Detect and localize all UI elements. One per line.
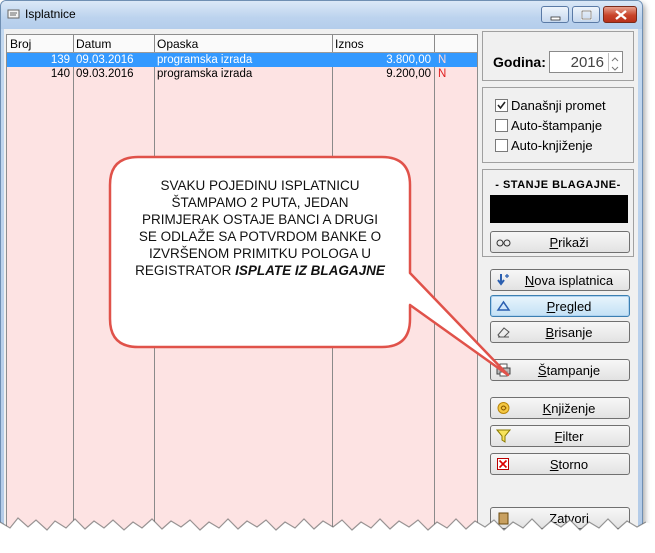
maximize-icon bbox=[581, 10, 592, 20]
spin-down-button[interactable] bbox=[608, 62, 621, 71]
close-button[interactable] bbox=[603, 6, 637, 23]
brisanje-label: Brisanje bbox=[545, 325, 593, 340]
godina-label: Godina: bbox=[493, 54, 546, 70]
checkmark-icon bbox=[497, 101, 506, 110]
godina-box: Godina: 2016 bbox=[482, 31, 634, 81]
title-bar[interactable]: Isplatnice bbox=[1, 1, 642, 29]
cell-opaska: programska izrada bbox=[157, 68, 253, 80]
stampanje-label: Štampanje bbox=[537, 363, 601, 378]
storno-label: Storno bbox=[549, 457, 589, 472]
knjizenje-label: Knjiženje bbox=[542, 401, 596, 416]
header-opaska[interactable]: Opaska bbox=[157, 37, 198, 51]
callout-text: SVAKU POJEDINU ISPLATNICU ŠTAMPAMO 2 PUT… bbox=[134, 177, 386, 279]
minimize-icon bbox=[550, 16, 561, 21]
header-iznos[interactable]: Iznos bbox=[335, 37, 364, 51]
window-title: Isplatnice bbox=[25, 7, 76, 21]
filter-button[interactable]: Filter bbox=[490, 425, 630, 447]
checkbox[interactable] bbox=[495, 99, 508, 112]
godina-value: 2016 bbox=[570, 54, 604, 71]
cell-broj: 139 bbox=[50, 54, 70, 66]
filter-label: Filter bbox=[554, 429, 584, 444]
table-row[interactable]: 139 09.03.2016 programska izrada 3.800,0… bbox=[7, 53, 477, 67]
storno-button[interactable]: Storno bbox=[490, 453, 630, 475]
checkbox[interactable] bbox=[495, 139, 508, 152]
checkbox-label: Auto-štampanje bbox=[511, 118, 603, 133]
knjizenje-button[interactable]: Knjiženje bbox=[490, 397, 630, 419]
callout-bold: ISPLATE IZ BLAGAJNE bbox=[235, 263, 385, 278]
coin-icon bbox=[497, 402, 510, 414]
cell-iznos: 3.800,00 bbox=[386, 54, 431, 66]
cell-status: N bbox=[438, 54, 447, 66]
cell-status: N bbox=[438, 68, 447, 80]
options-box: Današnji promet Auto-štampanje Auto-knji… bbox=[482, 87, 634, 163]
checkbox-label: Auto-knjiženje bbox=[511, 138, 593, 153]
cell-broj: 140 bbox=[50, 68, 70, 80]
close-icon bbox=[615, 10, 627, 20]
minimize-button[interactable] bbox=[541, 6, 569, 23]
checkbox-label: Današnji promet bbox=[511, 98, 606, 113]
cell-opaska: programska izrada bbox=[157, 54, 253, 66]
table-header: Broj Datum Opaska Iznos bbox=[7, 35, 477, 53]
torn-edge bbox=[0, 517, 655, 553]
table-row[interactable]: 140 09.03.2016 programska izrada 9.200,0… bbox=[7, 67, 477, 81]
app-icon bbox=[7, 9, 20, 19]
callout-bubble: SVAKU POJEDINU ISPLATNICU ŠTAMPAMO 2 PUT… bbox=[108, 155, 510, 377]
cancel-box-icon bbox=[497, 458, 509, 470]
header-broj[interactable]: Broj bbox=[10, 37, 31, 51]
godina-spinner[interactable]: 2016 bbox=[549, 51, 623, 73]
cell-datum: 09.03.2016 bbox=[76, 54, 134, 66]
header-datum[interactable]: Datum bbox=[76, 37, 111, 51]
checkbox[interactable] bbox=[495, 119, 508, 132]
chevron-down-icon bbox=[611, 66, 619, 71]
cell-iznos: 9.200,00 bbox=[386, 68, 431, 80]
spin-up-button[interactable] bbox=[608, 53, 621, 62]
maximize-button[interactable] bbox=[572, 6, 600, 23]
nova-isplatnica-label: Nova isplatnica bbox=[524, 273, 614, 288]
prikazi-label: Prikaži bbox=[549, 235, 589, 250]
pregled-label: Pregled bbox=[546, 299, 592, 314]
funnel-icon bbox=[496, 429, 511, 443]
cell-datum: 09.03.2016 bbox=[76, 68, 134, 80]
